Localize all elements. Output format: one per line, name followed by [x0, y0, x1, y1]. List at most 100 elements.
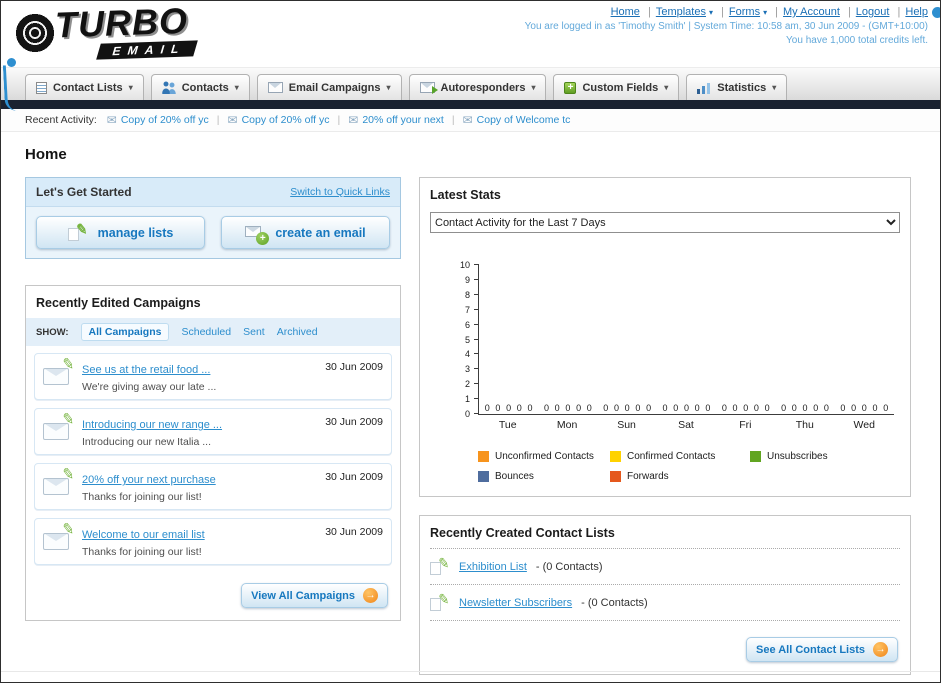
- nav-forms-link[interactable]: Forms: [729, 6, 760, 18]
- recent-activity-label: Recent Activity:: [25, 114, 97, 126]
- tab-archived[interactable]: Archived: [277, 326, 318, 338]
- pencil-icon: ✎: [61, 410, 77, 429]
- list-item[interactable]: ✎ Exhibition List - (0 Contacts): [420, 549, 910, 584]
- page-title: Home: [25, 146, 67, 163]
- tab-autoresponders[interactable]: Autoresponders ▾: [408, 74, 547, 100]
- tab-label: Contacts: [181, 81, 229, 94]
- contact-list-link[interactable]: Newsletter Subscribers: [459, 597, 572, 609]
- see-all-contact-lists-label: See All Contact Lists: [755, 643, 865, 656]
- get-started-panel: Let's Get Started Switch to Quick Links …: [25, 177, 401, 259]
- logo-title: TURBO: [54, 0, 189, 46]
- header-right: Home Templates▾ Forms▾ My Account Logout…: [525, 6, 928, 46]
- logo-subtitle: EMAIL: [96, 40, 199, 60]
- legend-swatch: [478, 471, 489, 482]
- campaign-date: 30 Jun 2009: [325, 526, 383, 538]
- legend-label: Bounces: [495, 471, 534, 482]
- stats-period-select[interactable]: Contact Activity for the Last 7 Days: [430, 212, 900, 233]
- tab-scheduled[interactable]: Scheduled: [181, 326, 231, 338]
- campaign-item[interactable]: ✎ See us at the retail food ... We're gi…: [34, 353, 392, 400]
- email-pencil-icon: ✎: [43, 410, 76, 440]
- nav-logout-link[interactable]: Logout: [856, 6, 890, 18]
- tab-custom-fields[interactable]: + Custom Fields ▾: [553, 74, 680, 100]
- recent-activity-link[interactable]: 20% off your next: [362, 114, 444, 126]
- chart-plot: 0 1 2 3 4 5 6 7 8 9 10 0 0 0 0 0 0 0 0 0 0 0 0 0 0 0 0 0 0 0 0 0 0 0 0 0 0 0 0…: [460, 260, 894, 419]
- legend-label: Unconfirmed Contacts: [495, 451, 594, 462]
- view-all-campaigns-button[interactable]: View All Campaigns →: [241, 583, 388, 608]
- nav-item-my-account[interactable]: My Account: [770, 6, 840, 18]
- nav-my-account-link[interactable]: My Account: [783, 6, 840, 18]
- campaign-title-link[interactable]: Welcome to our email list: [82, 529, 205, 541]
- recent-activity-item[interactable]: ✉ Copy of 20% off yc: [107, 113, 209, 127]
- app-logo[interactable]: TURBO EMAIL: [13, 0, 199, 60]
- nav-item-help[interactable]: Help: [893, 6, 928, 18]
- see-all-contact-lists-button[interactable]: See All Contact Lists →: [745, 637, 898, 662]
- chevron-down-icon: ▾: [234, 83, 239, 92]
- latest-stats-panel: Latest Stats Contact Activity for the La…: [419, 177, 911, 497]
- corner-dot-icon: [932, 7, 940, 18]
- right-column: Latest Stats Contact Activity for the La…: [419, 177, 911, 675]
- recent-activity-link[interactable]: Copy of 20% off yc: [242, 114, 330, 126]
- get-started-header: Let's Get Started Switch to Quick Links: [26, 178, 400, 207]
- envelope-icon: ✉: [227, 113, 238, 127]
- pencil-paper-icon: ✎: [430, 590, 451, 611]
- chevron-down-icon: ▾: [531, 83, 536, 92]
- campaign-subtitle: Thanks for joining our list!: [82, 491, 202, 503]
- campaign-list: ✎ See us at the retail food ... We're gi…: [26, 346, 400, 565]
- tab-contact-lists[interactable]: Contact Lists ▾: [25, 74, 144, 100]
- campaign-title-link[interactable]: Introducing our new range ...: [82, 419, 222, 431]
- contact-lists-title: Recently Created Contact Lists: [430, 526, 615, 540]
- nav-item-forms[interactable]: Forms▾: [716, 6, 767, 18]
- campaign-item[interactable]: ✎ Welcome to our email list Thanks for j…: [34, 518, 392, 565]
- get-started-body: ✎ manage lists + create an email: [26, 207, 400, 258]
- create-email-button[interactable]: + create an email: [221, 216, 390, 249]
- list-item[interactable]: ✎ Newsletter Subscribers - (0 Contacts): [420, 585, 910, 620]
- chart-day-labels: Tue Mon Sun Sat Fri Thu Wed: [498, 419, 875, 431]
- create-email-label: create an email: [275, 225, 366, 240]
- campaign-title-link[interactable]: 20% off your next purchase: [82, 474, 216, 486]
- recent-campaigns-panel: Recently Edited Campaigns SHOW: All Camp…: [25, 285, 401, 621]
- campaign-title-link[interactable]: See us at the retail food ...: [82, 364, 210, 376]
- nav-item-home[interactable]: Home: [611, 6, 640, 18]
- recent-activity-link[interactable]: Copy of 20% off yc: [121, 114, 209, 126]
- campaign-item[interactable]: ✎ 20% off your next purchase Thanks for …: [34, 463, 392, 510]
- campaign-subtitle: Thanks for joining our list!: [82, 546, 202, 558]
- tab-statistics[interactable]: Statistics ▾: [686, 74, 788, 100]
- plus-icon: +: [256, 231, 270, 245]
- tab-email-campaigns[interactable]: Email Campaigns ▾: [256, 74, 402, 100]
- chevron-down-icon: ▾: [708, 7, 713, 17]
- recent-activity-link[interactable]: Copy of Welcome tc: [477, 114, 571, 126]
- nav-home-link[interactable]: Home: [611, 6, 640, 18]
- header: TURBO EMAIL Home Templates▾ Forms▾ My Ac…: [1, 1, 940, 67]
- view-all-campaigns-label: View All Campaigns: [251, 589, 355, 602]
- chevron-down-icon: ▾: [664, 83, 669, 92]
- recent-activity-item[interactable]: ✉ Copy of Welcome tc: [444, 113, 571, 127]
- pencil-paper-icon: ✎: [430, 554, 451, 575]
- content: Home Let's Get Started Switch to Quick L…: [1, 132, 940, 675]
- custom-fields-icon: +: [564, 81, 577, 94]
- nav-templates-link[interactable]: Templates: [656, 6, 706, 18]
- recent-activity-item[interactable]: ✉ 20% off your next: [330, 113, 444, 127]
- nav-item-templates[interactable]: Templates▾: [643, 6, 713, 18]
- logo-antenna-line: [2, 64, 18, 112]
- contact-list-count: - (0 Contacts): [581, 596, 648, 609]
- arrow-right-icon: →: [873, 642, 888, 657]
- get-started-title: Let's Get Started: [36, 185, 132, 199]
- manage-lists-button[interactable]: ✎ manage lists: [36, 216, 205, 249]
- contact-list-link[interactable]: Exhibition List: [459, 561, 527, 573]
- legend-swatch: [610, 451, 621, 462]
- pencil-icon: ✎: [437, 590, 451, 608]
- tab-contacts[interactable]: Contacts ▾: [150, 74, 250, 100]
- tab-all-campaigns[interactable]: All Campaigns: [80, 323, 170, 341]
- contact-lists-icon: [36, 81, 47, 94]
- tab-sent[interactable]: Sent: [243, 326, 265, 338]
- switch-quick-links[interactable]: Switch to Quick Links: [290, 186, 390, 198]
- nav-divider-bar: [1, 100, 940, 109]
- legend-item: Unconfirmed Contacts: [478, 451, 610, 462]
- nav-item-logout[interactable]: Logout: [843, 6, 890, 18]
- campaign-item[interactable]: ✎ Introducing our new range ... Introduc…: [34, 408, 392, 455]
- recent-activity-item[interactable]: ✉ Copy of 20% off yc: [209, 113, 330, 127]
- legend-item: Bounces: [478, 471, 610, 482]
- autoresponder-icon: [419, 82, 438, 94]
- legend-item: Forwards: [610, 471, 750, 482]
- nav-help-link[interactable]: Help: [905, 6, 928, 18]
